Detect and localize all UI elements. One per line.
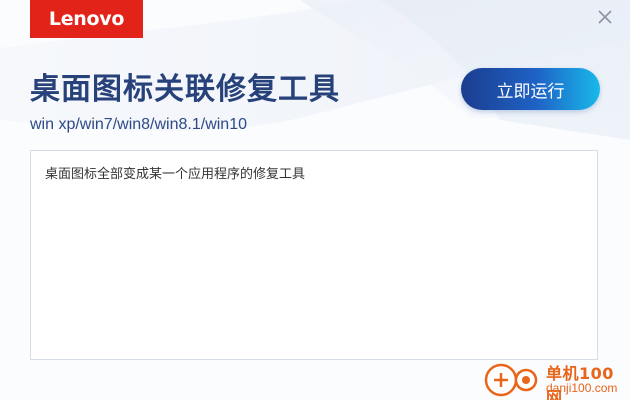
app-window: Lenovo 桌面图标关联修复工具 win xp/win7/win8/win8.… [0,0,630,400]
supported-os-label: win xp/win7/win8/win8.1/win10 [30,116,247,133]
run-now-button[interactable]: 立即运行 [461,68,600,110]
lenovo-logo: Lenovo [30,0,143,38]
watermark-site-url: danji100.com [546,381,618,395]
description-textarea[interactable]: 桌面图标全部变成某一个应用程序的修复工具 [30,150,598,360]
page-title: 桌面图标关联修复工具 [30,72,340,107]
close-button[interactable] [596,8,614,26]
close-icon [598,10,612,24]
